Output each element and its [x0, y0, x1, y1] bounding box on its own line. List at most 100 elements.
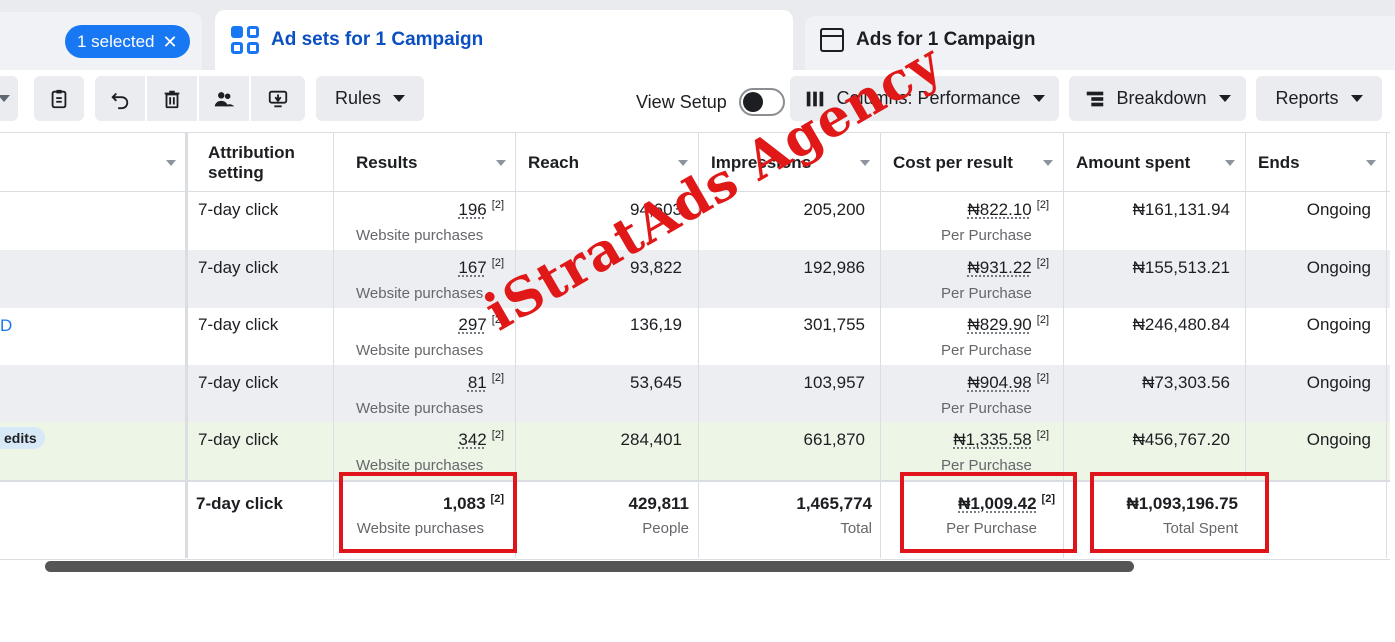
results-value[interactable]: 81	[468, 373, 487, 392]
undo-icon	[111, 92, 129, 109]
adset-name-link[interactable]: D	[0, 316, 12, 336]
impressions-cell: 103,957	[803, 373, 865, 392]
reports-button[interactable]: Reports	[1256, 76, 1382, 121]
footnote-marker: [2]	[1036, 257, 1049, 269]
footnote-marker: [2]	[491, 257, 504, 269]
results-value[interactable]: 167	[458, 258, 486, 277]
table-row[interactable]: 7-day click 167 [2] Website purchases 93,822…	[0, 250, 1390, 308]
header-attribution[interactable]: Attribution setting	[196, 133, 333, 192]
header-cost-per-result[interactable]: Cost per result	[881, 133, 1063, 192]
impressions-cell: 301,755	[803, 315, 865, 334]
edits-badge: edits	[0, 427, 45, 449]
horizontal-scrollbar[interactable]	[45, 561, 1134, 572]
footnote-marker: [2]	[1036, 429, 1049, 441]
cpr-value[interactable]: ₦822.10	[967, 200, 1031, 219]
sort-caret-icon[interactable]	[1043, 160, 1053, 166]
column-divider	[1245, 132, 1246, 480]
footnote-marker: [2]	[1036, 199, 1049, 211]
column-divider	[880, 132, 881, 558]
results-value[interactable]: 342	[458, 430, 486, 449]
ends-cell: Ongoing	[1306, 315, 1371, 334]
selected-count-label: 1 selected	[77, 32, 155, 51]
trash-icon	[164, 90, 180, 108]
ends-cell: Ongoing	[1306, 200, 1371, 219]
view-setup-label: View Setup	[636, 91, 727, 112]
results-cell: 81 [2] Website purchases	[356, 372, 504, 417]
header-ends[interactable]: Ends	[1246, 133, 1386, 192]
footnote-marker: [2]	[491, 199, 504, 211]
reach-cell: 284,401	[620, 430, 682, 449]
footnote-marker: [2]	[491, 429, 504, 441]
cpr-highlight-box	[900, 472, 1077, 553]
chevron-down-icon	[393, 95, 406, 102]
breakdown-button[interactable]: Breakdown	[1069, 76, 1246, 121]
sort-caret-icon[interactable]	[1366, 160, 1376, 166]
breakdown-label: Breakdown	[1116, 88, 1207, 108]
sort-caret-icon[interactable]	[678, 160, 688, 166]
sort-caret-icon[interactable]	[496, 160, 506, 166]
rules-button[interactable]: Rules	[316, 76, 424, 121]
ends-cell: Ongoing	[1306, 258, 1371, 277]
cpr-value[interactable]: ₦829.90	[967, 315, 1031, 334]
attribution-cell: 7-day click	[198, 373, 279, 392]
delete-button[interactable]	[147, 76, 197, 121]
amount-spent-cell: ₦246,480.84	[1132, 315, 1230, 334]
clipboard-icon	[51, 89, 67, 108]
impressions-cell: 192,986	[803, 258, 865, 277]
reach-cell: 53,645	[630, 373, 682, 392]
attribution-cell: 7-day click	[198, 200, 279, 219]
attribution-cell: 7-day click	[198, 258, 279, 277]
export-icon	[268, 90, 288, 107]
chevron-down-icon	[1350, 95, 1363, 102]
tab-adsets[interactable]: Ad sets for 1 Campaign	[215, 10, 793, 70]
tab-adsets-label: Ad sets for 1 Campaign	[271, 29, 484, 50]
export-button[interactable]	[251, 76, 305, 121]
results-value[interactable]: 196	[458, 200, 486, 219]
grid-icon	[231, 26, 259, 54]
cost-per-result-cell: ₦931.22 [2] Per Purchase	[941, 257, 1049, 302]
total-reach: 429,811 People	[628, 494, 689, 537]
sort-caret-icon[interactable]	[860, 160, 870, 166]
attribution-cell: 7-day click	[198, 315, 279, 334]
table-row[interactable]: 7-day click 297 [2] Website purchases 136,19…	[0, 307, 1390, 365]
breakdown-icon	[1087, 91, 1104, 106]
results-cell: 297 [2] Website purchases	[356, 314, 504, 359]
footnote-marker: [2]	[1036, 314, 1049, 326]
sort-caret-icon[interactable]	[1225, 160, 1235, 166]
audience-button[interactable]	[199, 76, 249, 121]
total-attribution: 7-day click	[196, 494, 283, 513]
cpr-value[interactable]: ₦1,335.58	[953, 430, 1031, 449]
close-icon[interactable]: ✕	[163, 33, 178, 51]
table-row[interactable]: 7-day click 81 [2] Website purchases 53,645 1…	[0, 365, 1390, 423]
results-value[interactable]: 297	[458, 315, 486, 334]
chevron-down-icon	[1218, 95, 1231, 102]
cost-per-result-cell: ₦829.90 [2] Per Purchase	[941, 314, 1049, 359]
cpr-value[interactable]: ₦904.98	[967, 373, 1031, 392]
sort-caret-icon[interactable]	[166, 160, 176, 166]
column-divider	[1386, 132, 1387, 558]
header-results[interactable]: Results	[344, 133, 516, 192]
view-setup-toggle[interactable]	[738, 88, 785, 116]
impressions-cell: 661,870	[803, 430, 865, 449]
tab-adsets-title: Ad sets for 1 Campaign	[231, 26, 483, 54]
header-amount-spent[interactable]: Amount spent	[1064, 133, 1245, 192]
toolbar: Rules View Setup Columns: Performance Br…	[0, 70, 1395, 130]
selection-pill[interactable]: 1 selected ✕	[65, 25, 190, 58]
cost-per-result-cell: ₦822.10 [2] Per Purchase	[941, 199, 1049, 244]
footnote-marker: [2]	[491, 372, 504, 384]
dropdown-button[interactable]	[0, 76, 18, 121]
amount-spent-cell: ₦161,131.94	[1132, 200, 1230, 219]
total-impressions: 1,465,774 Total	[796, 494, 872, 537]
header-name[interactable]	[0, 133, 186, 192]
column-divider[interactable]	[185, 132, 188, 558]
view-setup[interactable]: View Setup	[636, 88, 785, 116]
tab-ads-label: Ads for 1 Campaign	[856, 29, 1036, 50]
results-highlight-box	[339, 472, 517, 553]
duplicate-button[interactable]	[34, 76, 84, 121]
undo-button[interactable]	[95, 76, 145, 121]
cpr-value[interactable]: ₦931.22	[967, 258, 1031, 277]
ad-icon	[820, 28, 844, 52]
spent-highlight-box	[1090, 472, 1269, 553]
ends-cell: Ongoing	[1306, 373, 1371, 392]
rules-label: Rules	[334, 88, 382, 108]
